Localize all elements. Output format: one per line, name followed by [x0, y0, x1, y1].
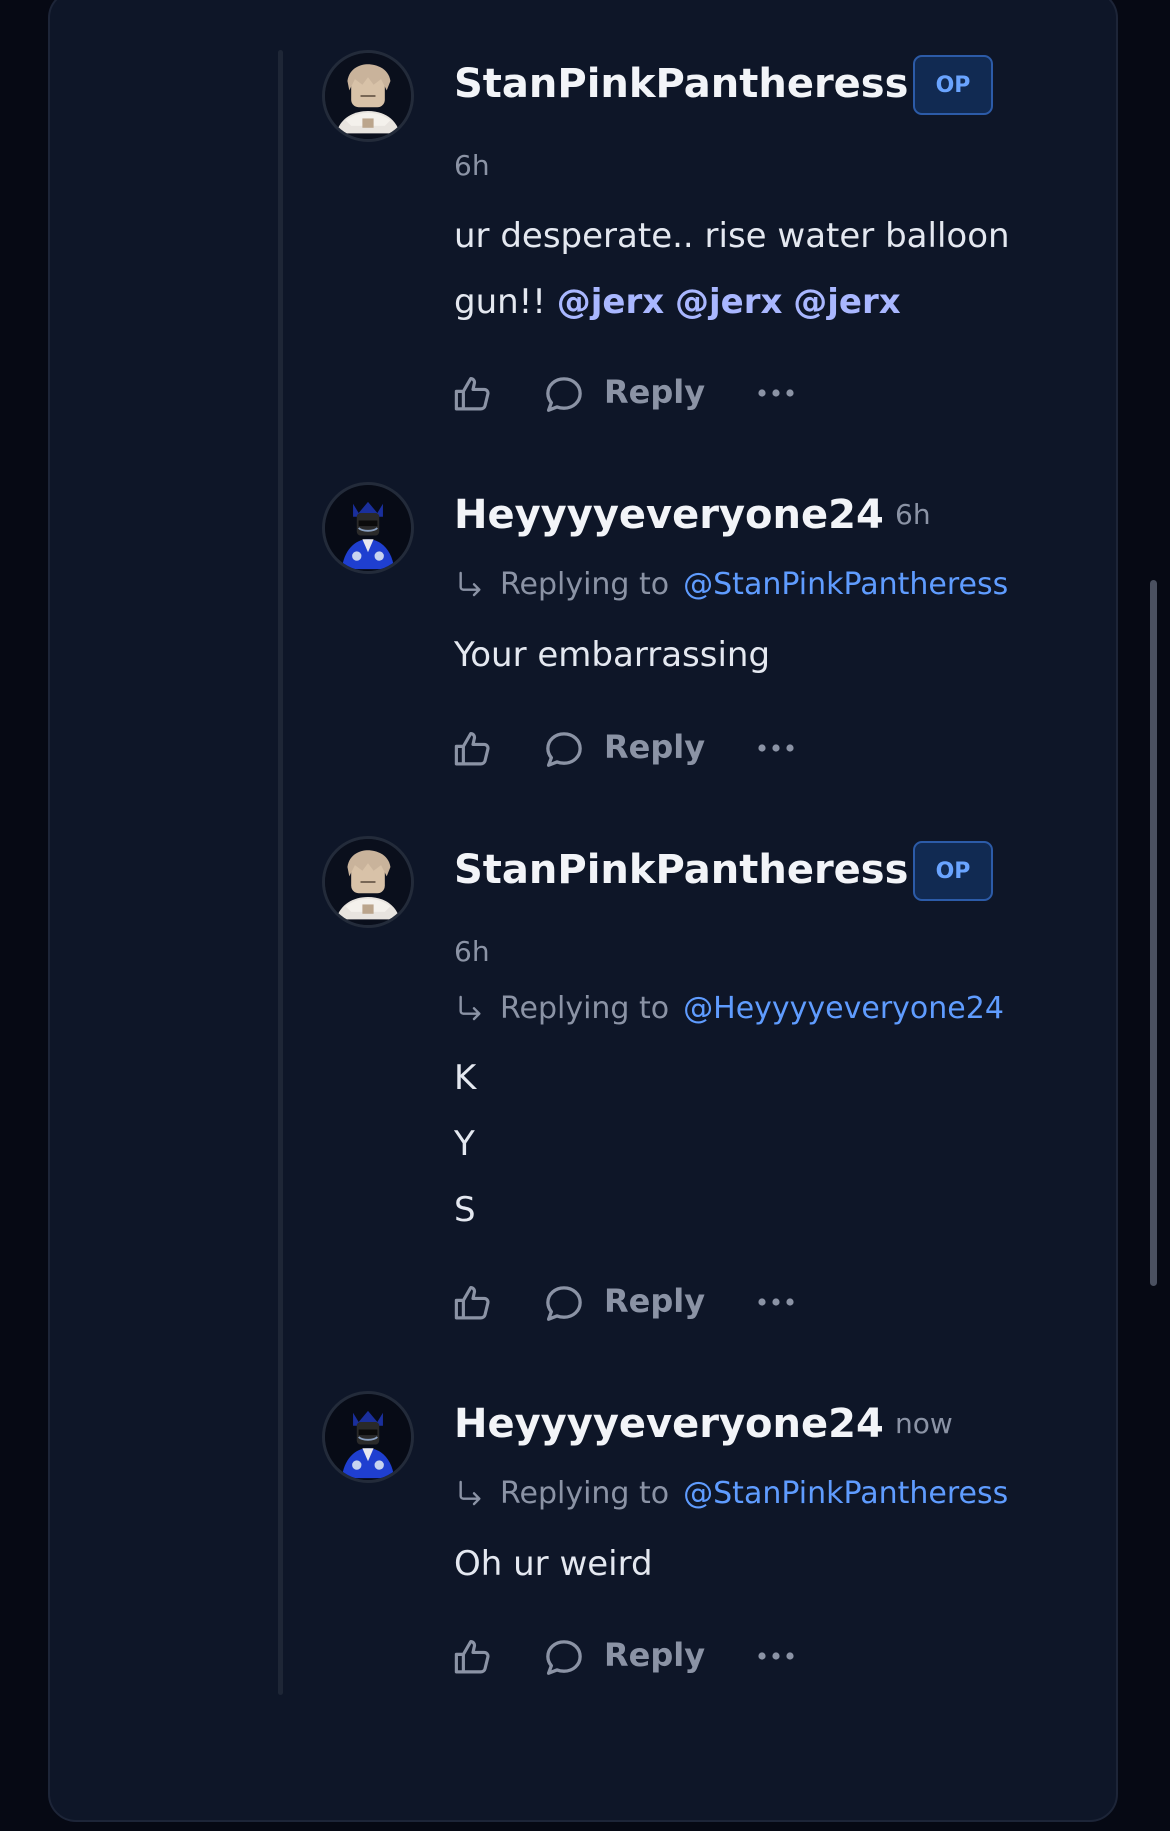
body-line: K: [454, 1058, 477, 1098]
comment-body: Your embarrassing: [454, 622, 770, 688]
body-line: Oh ur weird: [454, 1544, 653, 1584]
avatar[interactable]: [322, 50, 414, 142]
replying-handle[interactable]: @StanPinkPantheress: [683, 1479, 1008, 1509]
avatar[interactable]: [322, 482, 414, 574]
body-line-text: gun!!: [454, 282, 546, 322]
timestamp: 6h: [454, 935, 490, 968]
body-line: ur desperate.. rise water balloon: [454, 216, 1010, 256]
replying-handle[interactable]: @StanPinkPantheress: [683, 570, 1008, 600]
mention-link[interactable]: @jerx: [675, 282, 782, 322]
thumbs-up-icon[interactable]: [452, 1636, 494, 1678]
timestamp: 6h: [454, 149, 490, 182]
reply-button[interactable]: Reply: [604, 1285, 705, 1317]
replying-label: Replying to: [500, 1476, 670, 1511]
thumbs-up-icon[interactable]: [452, 728, 494, 770]
more-dots-icon[interactable]: [756, 740, 796, 756]
comment-body: Oh ur weird: [454, 1531, 653, 1597]
mention-link[interactable]: @jerx: [793, 282, 900, 322]
replying-label: Replying to: [500, 567, 670, 602]
comment-actions: Reply: [452, 1634, 812, 1682]
scrollbar[interactable]: [1150, 580, 1157, 1286]
reply-button[interactable]: Reply: [604, 731, 705, 763]
comment-actions: Reply: [452, 1280, 812, 1328]
replying-to: Replying to @Heyyyyeveryone24: [454, 993, 1004, 1025]
replying-to: Replying to @StanPinkPantheress: [454, 1478, 1008, 1510]
reply-arrow-icon: [454, 569, 486, 601]
timestamp: now: [895, 1407, 953, 1440]
avatar[interactable]: [322, 1391, 414, 1483]
username[interactable]: Heyyyyeveryone24: [454, 1404, 884, 1444]
replying-label: Replying to: [500, 991, 670, 1026]
comment-bubble-icon[interactable]: [542, 373, 586, 417]
reply-arrow-icon: [454, 993, 486, 1025]
comment-body: K Y S: [454, 1045, 476, 1243]
body-line: S: [454, 1190, 476, 1230]
timestamp: 6h: [895, 498, 931, 531]
replying-handle[interactable]: @Heyyyyeveryone24: [683, 994, 1004, 1024]
comment-bubble-icon[interactable]: [542, 1636, 586, 1680]
op-badge: OP: [913, 841, 993, 901]
username[interactable]: StanPinkPantheress: [454, 850, 908, 890]
replying-to: Replying to @StanPinkPantheress: [454, 569, 1008, 601]
mention-link[interactable]: @jerx: [557, 282, 664, 322]
body-line: gun!! @jerx @jerx @jerx: [454, 269, 1010, 335]
username[interactable]: StanPinkPantheress: [454, 64, 908, 104]
comment-actions: Reply: [452, 371, 812, 419]
comment-actions: Reply: [452, 726, 812, 774]
more-dots-icon[interactable]: [756, 1294, 796, 1310]
op-badge: OP: [913, 55, 993, 115]
thumbs-up-icon[interactable]: [452, 373, 494, 415]
thumbs-up-icon[interactable]: [452, 1282, 494, 1324]
comment-body: ur desperate.. rise water balloon gun!! …: [454, 203, 1010, 335]
reply-button[interactable]: Reply: [604, 1639, 705, 1671]
thread-line: [278, 50, 283, 1695]
comment-bubble-icon[interactable]: [542, 1282, 586, 1326]
reply-arrow-icon: [454, 1478, 486, 1510]
avatar[interactable]: [322, 836, 414, 928]
more-dots-icon[interactable]: [756, 385, 796, 401]
comment-bubble-icon[interactable]: [542, 728, 586, 772]
body-line: Your embarrassing: [454, 635, 771, 675]
username[interactable]: Heyyyyeveryone24: [454, 495, 884, 535]
reply-button[interactable]: Reply: [604, 376, 705, 408]
body-line: Y: [454, 1124, 475, 1164]
more-dots-icon[interactable]: [756, 1648, 796, 1664]
